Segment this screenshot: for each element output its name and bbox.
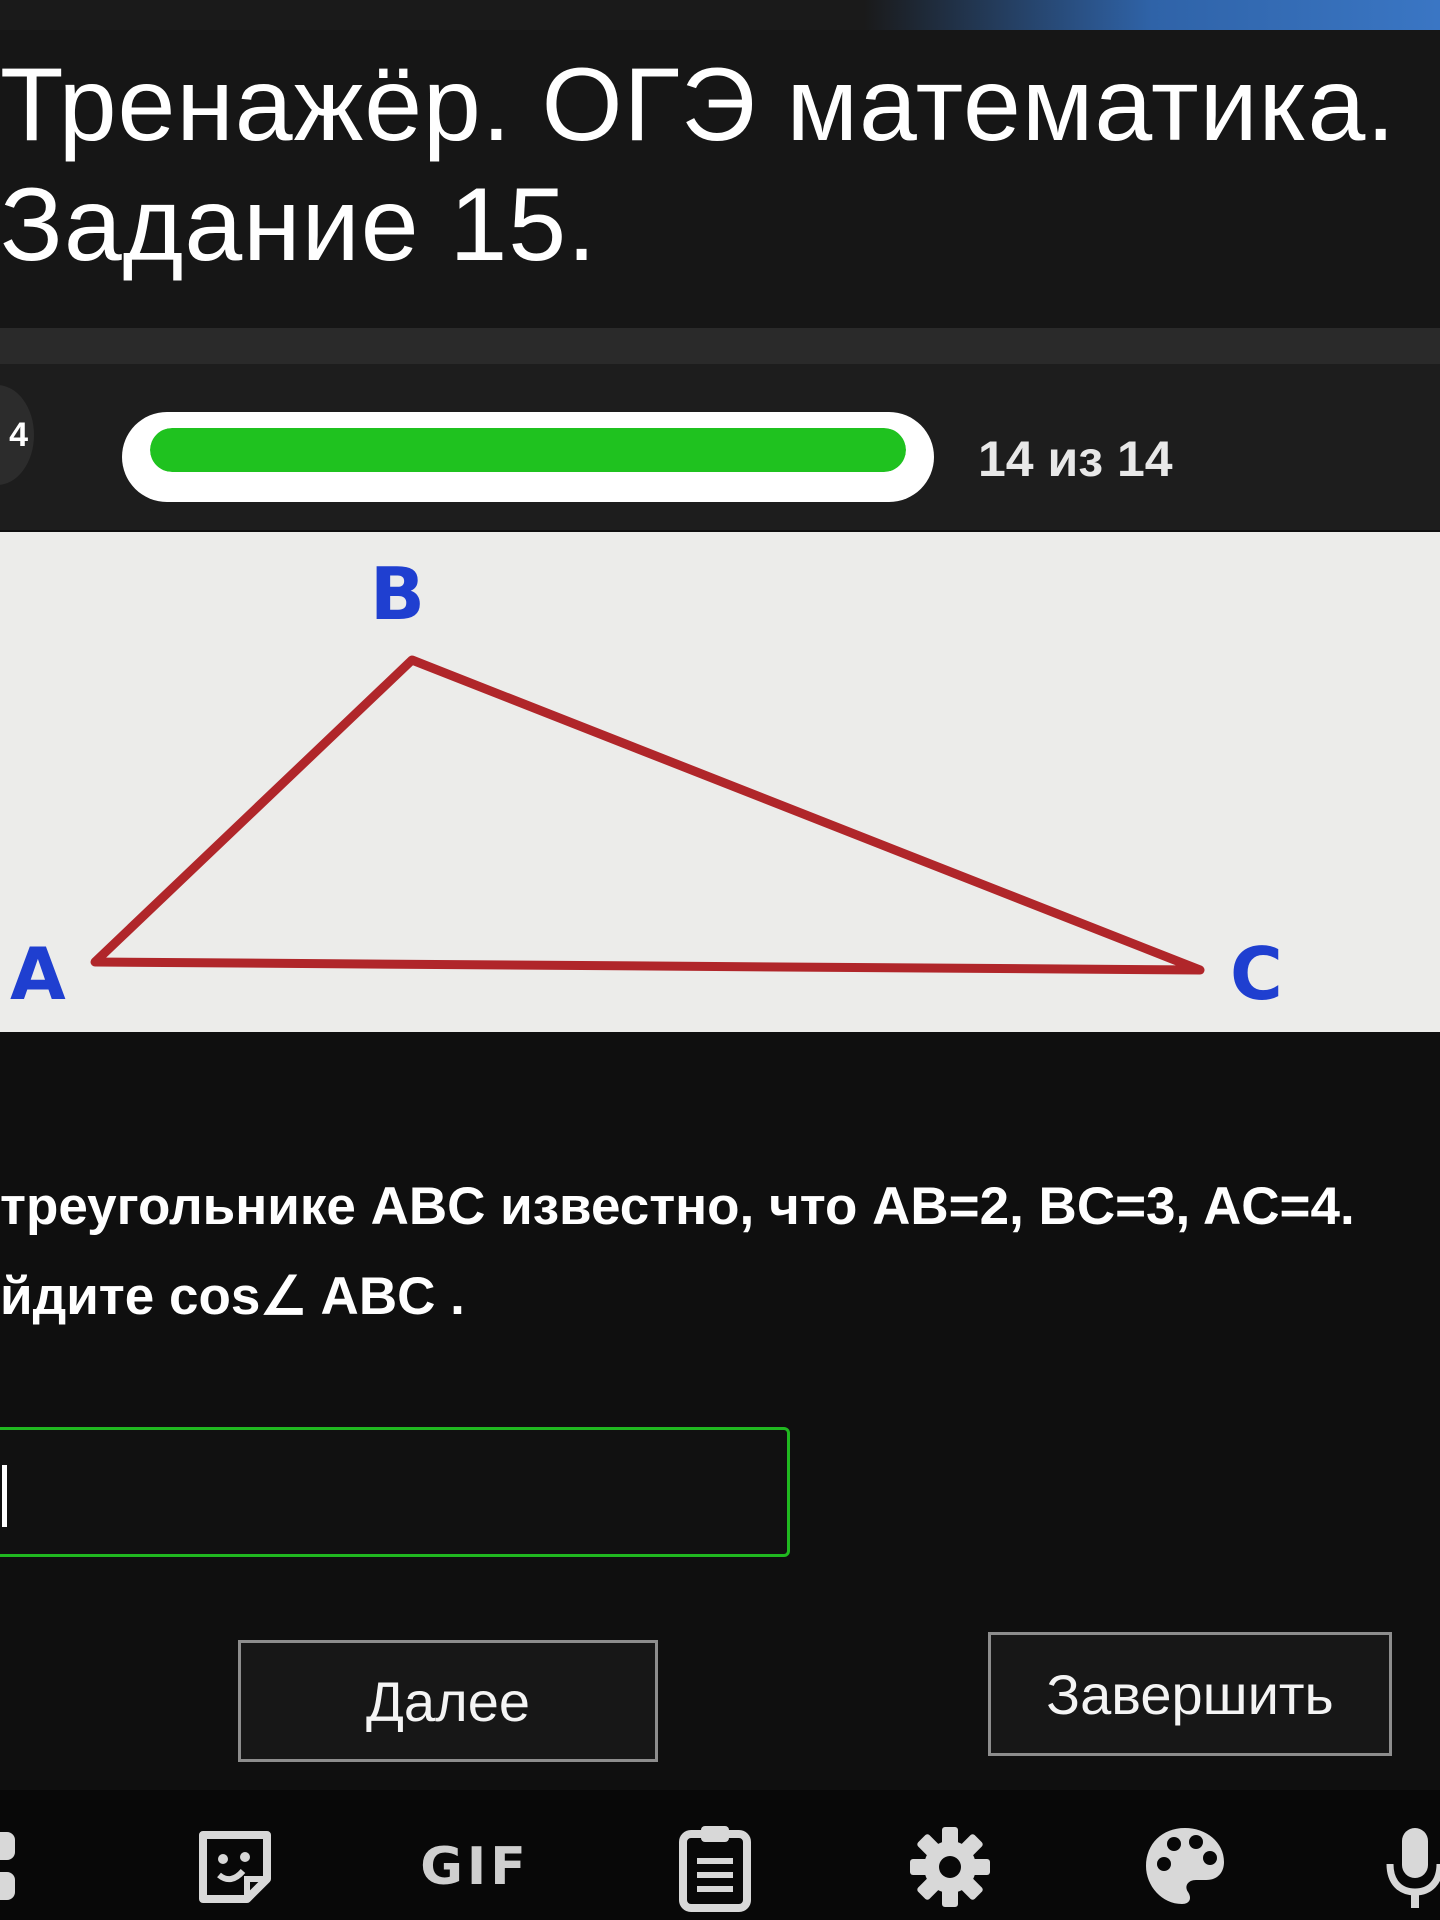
text-cursor [2,1465,7,1527]
previous-question-number: 4 [9,415,28,454]
question-line-1: треугольнике ABC известно, что AB=2, BC=… [0,1177,1355,1236]
page-title-line-1: Тренажёр. ОГЭ математика. [0,47,1397,163]
question-text: треугольнике ABC известно, что AB=2, BC=… [0,1162,1440,1342]
settings-icon[interactable] [905,1812,995,1920]
header-divider [0,328,1440,364]
sticker-icon[interactable] [195,1812,275,1920]
vertex-label-b: B [370,552,425,636]
clipboard-icon[interactable] [675,1812,755,1920]
gif-icon[interactable]: GIF [420,1812,530,1920]
next-button[interactable]: Далее [238,1640,658,1762]
progress-counter: 14 из 14 [978,431,1173,487]
finish-button[interactable]: Завершить [988,1632,1392,1756]
progress-bar-track-inner [150,428,906,472]
page-title-line-2: Задание 15. [0,167,598,283]
triangle-figure: B A C [0,532,1440,1032]
triangle-abc [90,655,1205,975]
question-line-2: йдите cos∠ ABC . [0,1267,465,1326]
vertex-label-c: C [1230,932,1283,1016]
page-title: Тренажёр. ОГЭ математика. Задание 15. [0,45,1440,285]
answer-input[interactable] [0,1427,790,1557]
screen: Тренажёр. ОГЭ математика. Задание 15. 4 … [0,0,1440,1920]
apps-icon[interactable] [0,1812,40,1920]
palette-icon[interactable] [1140,1812,1230,1920]
vertex-label-a: A [10,932,66,1016]
top-status-strip [0,0,1440,30]
progress-bar-fill [150,428,906,472]
microphone-icon[interactable] [1380,1812,1440,1920]
triangle-diagram [90,655,1205,975]
gif-label: GIF [420,1837,530,1897]
